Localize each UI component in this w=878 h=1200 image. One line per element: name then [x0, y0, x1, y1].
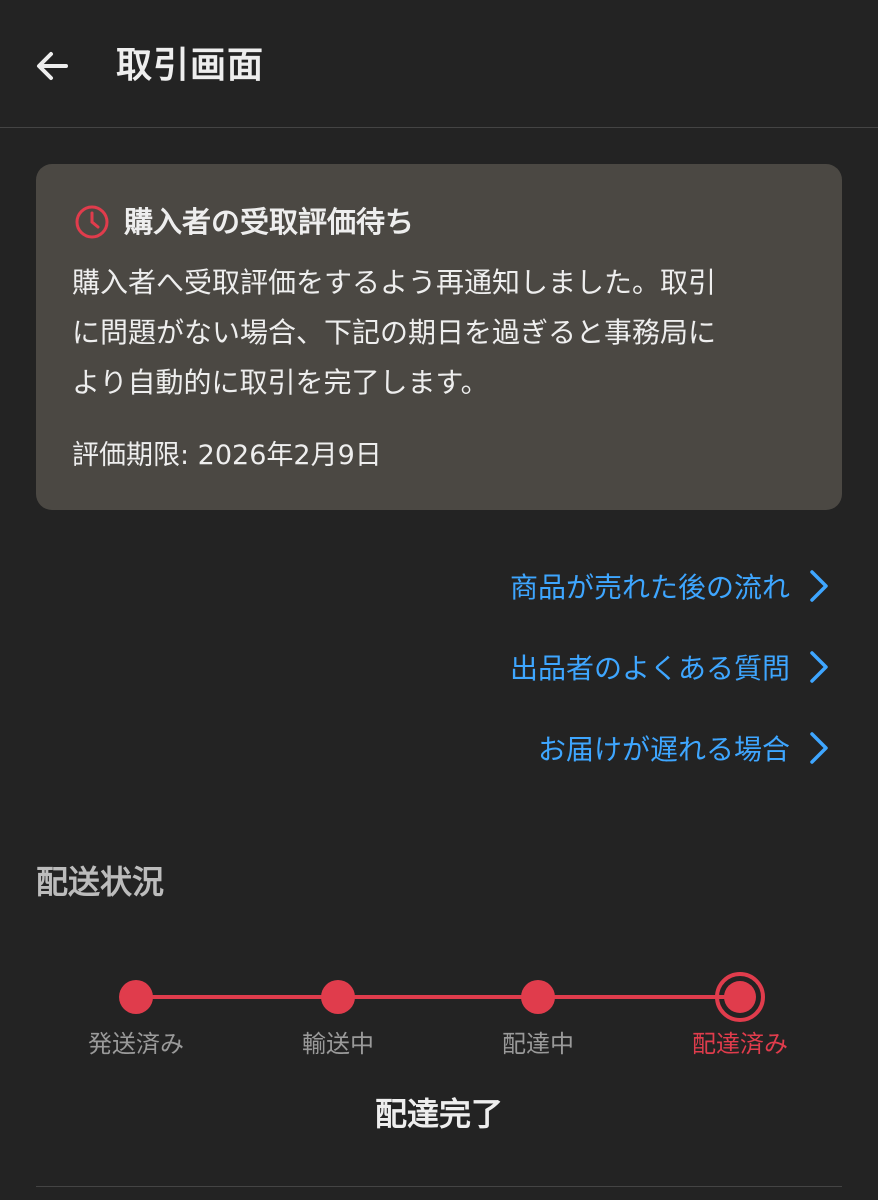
chevron-right-icon	[810, 570, 828, 602]
back-button[interactable]	[30, 44, 74, 88]
step-dot-out-for-delivery	[521, 980, 555, 1014]
status-message-line: に問題がない場合、下記の期日を過ぎると事務局に	[72, 316, 717, 349]
divider	[36, 1186, 842, 1187]
link-label: 出品者のよくある質問	[509, 652, 790, 685]
link-label: お届けが遅れる場合	[537, 733, 790, 766]
page-title: 取引画面	[116, 45, 265, 86]
step-label-delivered: 配達済み	[692, 1030, 788, 1058]
step-dot-delivered-current	[715, 972, 765, 1022]
delivery-progress-line	[136, 995, 740, 999]
step-label-out-for-delivery: 配達中	[502, 1030, 574, 1058]
link-flow-after-sale[interactable]: 商品が売れた後の流れ	[510, 564, 830, 608]
status-message: 購入者へ受取評価をするよう再通知しました。取引 に問題がない場合、下記の期日を過…	[72, 258, 812, 408]
status-card: 購入者の受取評価待ち 購入者へ受取評価をするよう再通知しました。取引 に問題がな…	[36, 164, 842, 510]
evaluation-deadline: 評価期限: 2026年2月9日	[72, 440, 382, 471]
status-message-line: より自動的に取引を完了します。	[72, 366, 489, 399]
step-dot-shipped	[119, 980, 153, 1014]
clock-icon	[75, 205, 109, 239]
chevron-right-icon	[810, 651, 828, 683]
transaction-screen: 取引画面 購入者の受取評価待ち 購入者へ受取評価をするよう再通知しました。取引 …	[0, 0, 878, 1200]
status-title: 購入者の受取評価待ち	[124, 205, 415, 239]
step-dot-in-transit	[321, 980, 355, 1014]
app-header: 取引画面	[0, 0, 878, 128]
status-message-line: 購入者へ受取評価をするよう再通知しました。取引	[72, 266, 717, 299]
step-label-in-transit: 輸送中	[302, 1030, 374, 1058]
chevron-right-icon	[810, 732, 828, 764]
link-seller-faq[interactable]: 出品者のよくある質問	[510, 645, 830, 689]
link-delivery-delay[interactable]: お届けが遅れる場合	[538, 726, 830, 770]
delivery-status-text: 配達完了	[374, 1095, 503, 1133]
delivery-section-title: 配送状況	[36, 863, 165, 901]
step-label-shipped: 発送済み	[88, 1030, 184, 1058]
arrow-left-icon	[37, 52, 68, 80]
step-dot-delivered-inner	[724, 981, 756, 1013]
link-label: 商品が売れた後の流れ	[509, 571, 790, 604]
